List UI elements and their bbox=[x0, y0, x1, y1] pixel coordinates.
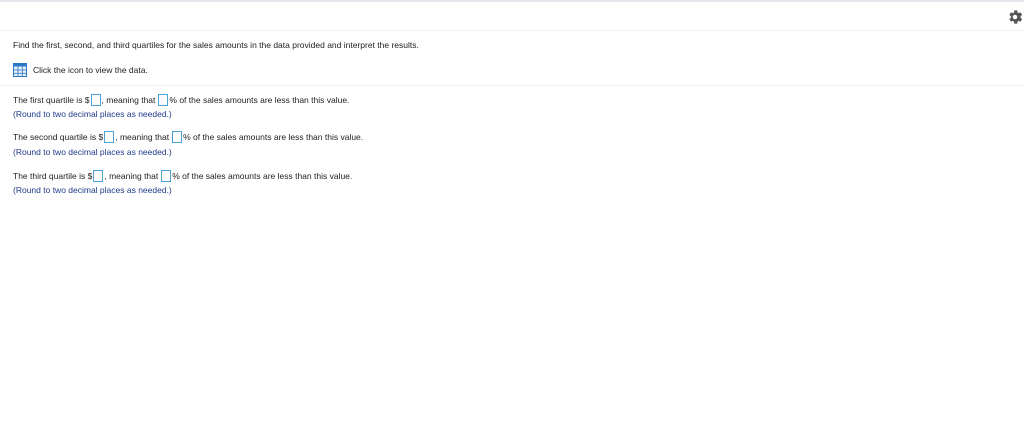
view-data-link[interactable]: Click the icon to view the data. bbox=[13, 63, 148, 77]
top-border bbox=[0, 0, 1024, 2]
answer-row-q3: The third quartile is $ , meaning that %… bbox=[13, 169, 352, 183]
gear-icon[interactable] bbox=[1006, 8, 1024, 26]
answer-suffix: % of the sales amounts are less than thi… bbox=[172, 171, 353, 181]
answer-row-q2: The second quartile is $ , meaning that … bbox=[13, 130, 363, 144]
percent-input[interactable] bbox=[158, 94, 169, 106]
rounding-hint: (Round to two decimal places as needed.) bbox=[13, 109, 172, 119]
rounding-hint: (Round to two decimal places as needed.) bbox=[13, 185, 172, 195]
answer-suffix: % of the sales amounts are less than thi… bbox=[169, 95, 350, 105]
answer-row-q1: The first quartile is $ , meaning that %… bbox=[13, 93, 349, 107]
view-data-label[interactable]: Click the icon to view the data. bbox=[33, 65, 148, 75]
answer-suffix: % of the sales amounts are less than thi… bbox=[183, 132, 364, 142]
percent-input[interactable] bbox=[161, 170, 172, 182]
quartile-value-input[interactable] bbox=[93, 170, 104, 182]
quartile-value-input[interactable] bbox=[90, 94, 101, 106]
answer-prefix: The first quartile is $ bbox=[13, 95, 90, 105]
answer-prefix: The second quartile is $ bbox=[13, 132, 104, 142]
content-divider bbox=[0, 85, 1024, 86]
header-divider bbox=[0, 30, 1024, 31]
answer-prefix: The third quartile is $ bbox=[13, 171, 93, 181]
percent-input[interactable] bbox=[172, 131, 183, 143]
rounding-hint: (Round to two decimal places as needed.) bbox=[13, 147, 172, 157]
answer-middle: , meaning that bbox=[104, 171, 159, 181]
question-text: Find the first, second, and third quarti… bbox=[13, 40, 419, 50]
answer-middle: , meaning that bbox=[115, 132, 170, 142]
table-icon[interactable] bbox=[13, 63, 27, 77]
answer-middle: , meaning that bbox=[101, 95, 156, 105]
quartile-value-input[interactable] bbox=[104, 131, 115, 143]
